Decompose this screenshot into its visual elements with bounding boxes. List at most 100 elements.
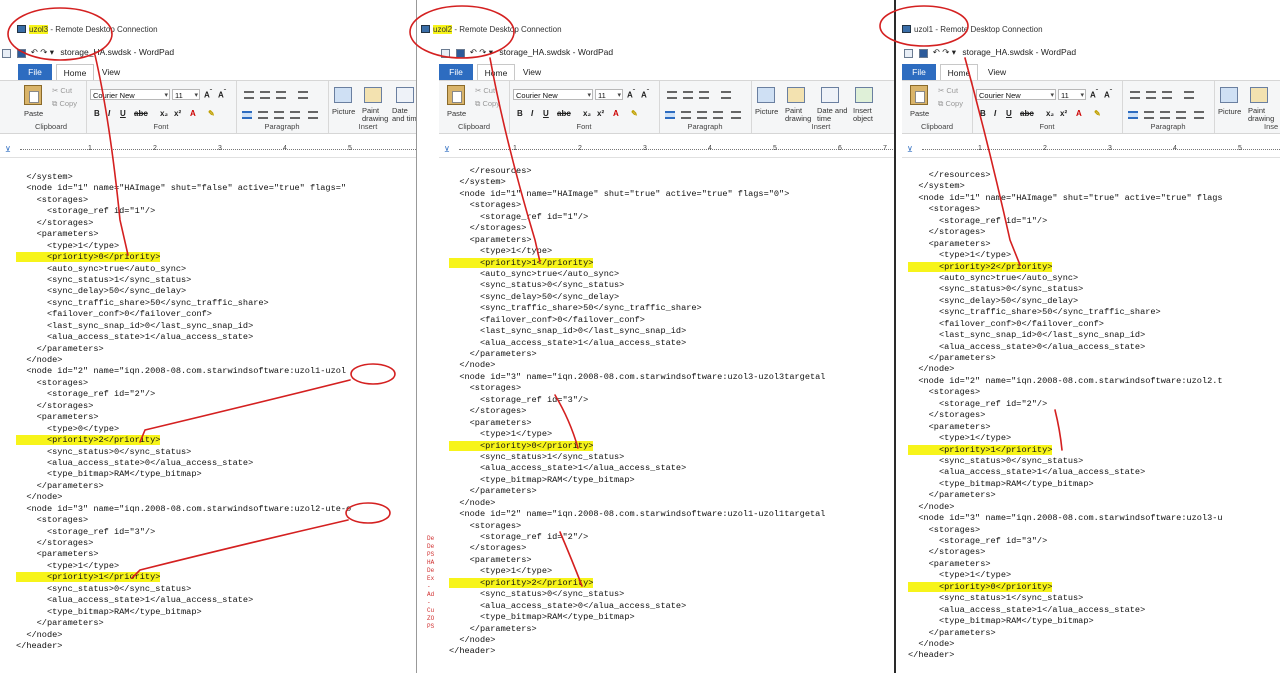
- font-size-select[interactable]: 11: [172, 89, 200, 101]
- paint-drawing-button[interactable]: Paint drawing: [785, 107, 815, 123]
- font-color-icon[interactable]: A: [1076, 109, 1082, 118]
- font-size-select[interactable]: 11: [595, 89, 623, 101]
- paragraph-settings-icon[interactable]: [731, 111, 741, 119]
- align-left-icon[interactable]: [665, 111, 675, 119]
- superscript-icon[interactable]: x²: [597, 109, 604, 118]
- cut-button[interactable]: ✂ Cut: [938, 86, 958, 95]
- cut-button[interactable]: ✂ Cut: [475, 86, 495, 95]
- italic-icon[interactable]: I: [531, 109, 533, 118]
- paint-drawing-button[interactable]: Paint drawing: [362, 107, 392, 123]
- tab-view[interactable]: View: [982, 64, 1012, 80]
- bold-icon[interactable]: B: [517, 109, 523, 118]
- highlight-icon[interactable]: ✎: [631, 109, 638, 118]
- align-center-icon[interactable]: [258, 111, 268, 119]
- tab-file[interactable]: File: [902, 64, 936, 80]
- decrease-indent-icon[interactable]: [244, 91, 254, 99]
- bullets-icon[interactable]: [1162, 91, 1172, 99]
- tab-view[interactable]: View: [96, 64, 126, 80]
- bullets-icon[interactable]: [276, 91, 286, 99]
- document-text-area[interactable]: </resources> </system> <node id="1" name…: [902, 170, 1280, 673]
- paste-button[interactable]: Paste: [447, 109, 466, 118]
- superscript-icon[interactable]: x²: [1060, 109, 1067, 118]
- document-text-area[interactable]: </resources> </system> <node id="1" name…: [439, 166, 895, 673]
- font-color-icon[interactable]: A: [613, 109, 619, 118]
- tab-home[interactable]: Home: [477, 64, 515, 80]
- align-right-icon[interactable]: [1160, 111, 1170, 119]
- paint-drawing-icon[interactable]: [1250, 87, 1268, 103]
- italic-icon[interactable]: I: [108, 109, 110, 118]
- strikethrough-icon[interactable]: abc: [1020, 109, 1034, 118]
- ruler[interactable]: ⊻ 1 2 3 4 5: [0, 145, 416, 158]
- indent-marker-icon[interactable]: ⊻: [907, 145, 913, 154]
- shrink-font-icon[interactable]: Aˇ: [218, 89, 226, 100]
- decrease-indent-icon[interactable]: [667, 91, 677, 99]
- font-family-select[interactable]: Courier New: [976, 89, 1056, 101]
- paste-icon[interactable]: [24, 85, 42, 105]
- align-left-icon[interactable]: [1128, 111, 1138, 119]
- paste-button[interactable]: Paste: [910, 109, 929, 118]
- rdp-titlebar[interactable]: uzol1 - Remote Desktop Connection: [896, 0, 1280, 40]
- date-time-icon[interactable]: [396, 87, 414, 103]
- insert-object-button[interactable]: Insert object: [853, 107, 883, 123]
- date-time-button[interactable]: Date and time: [817, 107, 849, 123]
- align-left-icon[interactable]: [242, 111, 252, 119]
- save-icon[interactable]: [17, 49, 27, 58]
- font-family-select[interactable]: Courier New: [90, 89, 170, 101]
- strikethrough-icon[interactable]: abc: [557, 109, 571, 118]
- picture-icon[interactable]: [1220, 87, 1238, 103]
- shrink-font-icon[interactable]: Aˇ: [641, 89, 649, 100]
- justify-icon[interactable]: [290, 111, 300, 119]
- date-time-button[interactable]: Date and time: [392, 107, 416, 123]
- decrease-indent-icon[interactable]: [1130, 91, 1140, 99]
- paste-icon[interactable]: [910, 85, 928, 105]
- shrink-font-icon[interactable]: Aˇ: [1104, 89, 1112, 100]
- paint-drawing-icon[interactable]: [787, 87, 805, 103]
- document-text-area[interactable]: </system> <node id="1" name="HAImage" sh…: [0, 172, 416, 673]
- picture-button[interactable]: Picture: [332, 107, 355, 116]
- tab-home[interactable]: Home: [56, 64, 94, 80]
- bold-icon[interactable]: B: [980, 109, 986, 118]
- picture-icon[interactable]: [757, 87, 775, 103]
- ruler[interactable]: ⊻ 1 2 3 4 5: [902, 145, 1280, 158]
- rdp-titlebar[interactable]: uzol3 - Remote Desktop Connection: [0, 0, 416, 40]
- underline-icon[interactable]: U: [120, 109, 126, 118]
- italic-icon[interactable]: I: [994, 109, 996, 118]
- indent-marker-icon[interactable]: ⊻: [5, 145, 11, 154]
- tab-file[interactable]: File: [439, 64, 473, 80]
- date-time-icon[interactable]: [821, 87, 839, 103]
- undo-icon[interactable]: ↶: [933, 47, 940, 58]
- copy-button[interactable]: ⧉ Copy: [938, 99, 963, 109]
- increase-indent-icon[interactable]: [683, 91, 693, 99]
- paste-button[interactable]: Paste: [24, 109, 43, 118]
- align-right-icon[interactable]: [274, 111, 284, 119]
- bold-icon[interactable]: B: [94, 109, 100, 118]
- rdp-titlebar[interactable]: uzol2 - Remote Desktop Connection: [417, 0, 895, 40]
- increase-indent-icon[interactable]: [1146, 91, 1156, 99]
- indent-marker-icon[interactable]: ⊻: [444, 145, 450, 154]
- strikethrough-icon[interactable]: abc: [134, 109, 148, 118]
- underline-icon[interactable]: U: [1006, 109, 1012, 118]
- tab-home[interactable]: Home: [940, 64, 978, 80]
- subscript-icon[interactable]: x₂: [160, 109, 168, 118]
- save-icon[interactable]: [456, 49, 466, 58]
- underline-icon[interactable]: U: [543, 109, 549, 118]
- highlight-icon[interactable]: ✎: [208, 109, 215, 118]
- font-color-icon[interactable]: A: [190, 109, 196, 118]
- justify-icon[interactable]: [1176, 111, 1186, 119]
- copy-button[interactable]: ⧉ Copy: [52, 99, 77, 109]
- font-family-select[interactable]: Courier New: [513, 89, 593, 101]
- redo-icon[interactable]: ↷: [40, 47, 47, 58]
- copy-button[interactable]: ⧉ Copy: [475, 99, 500, 109]
- increase-indent-icon[interactable]: [260, 91, 270, 99]
- customize-qat-icon[interactable]: ▾: [489, 47, 493, 58]
- grow-font-icon[interactable]: Aˆ: [1090, 89, 1098, 100]
- line-spacing-icon[interactable]: [1184, 91, 1194, 99]
- font-size-select[interactable]: 11: [1058, 89, 1086, 101]
- cut-button[interactable]: ✂ Cut: [52, 86, 72, 95]
- ruler[interactable]: ⊻ 1 2 3 4 5 6 7: [439, 145, 895, 158]
- grow-font-icon[interactable]: Aˆ: [627, 89, 635, 100]
- paste-icon[interactable]: [447, 85, 465, 105]
- redo-icon[interactable]: ↷: [479, 47, 486, 58]
- insert-object-icon[interactable]: [855, 87, 873, 103]
- tab-view[interactable]: View: [517, 64, 547, 80]
